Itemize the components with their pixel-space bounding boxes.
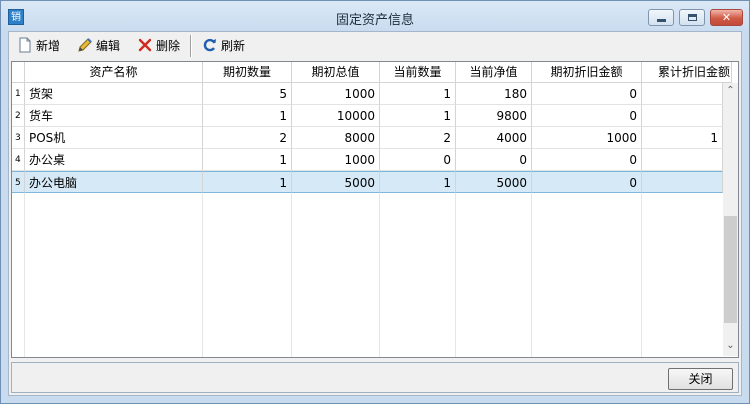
- edit-button[interactable]: 编辑: [77, 36, 120, 56]
- table-cell-init-total[interactable]: 1000: [292, 83, 380, 105]
- table-cell-init-total[interactable]: 1000: [292, 149, 380, 171]
- table-cell-init-total[interactable]: 8000: [292, 127, 380, 149]
- vertical-scrollbar[interactable]: ⌃ ⌄: [723, 83, 738, 356]
- table-cell-init-depr[interactable]: 0: [532, 83, 642, 105]
- table-cell-name[interactable]: 货架: [25, 83, 203, 105]
- table-cell-name[interactable]: 办公桌: [25, 149, 203, 171]
- new-button[interactable]: 新增: [17, 36, 60, 56]
- red-x-icon: [138, 38, 152, 52]
- row-number: 5: [12, 171, 25, 193]
- table-cell-cur-net[interactable]: 4000: [456, 127, 532, 149]
- minimize-icon: [657, 19, 666, 22]
- table-cell-init-depr[interactable]: 1000: [532, 127, 642, 149]
- column-header-name[interactable]: 资产名称: [25, 62, 203, 83]
- row-number: 3: [12, 127, 25, 149]
- table-cell-init-depr[interactable]: 0: [532, 149, 642, 171]
- edit-button-label: 编辑: [96, 39, 121, 53]
- vertical-scroll-thumb[interactable]: [724, 216, 737, 323]
- table-cell-cur-qty[interactable]: 1: [380, 105, 456, 127]
- row-number: 4: [12, 149, 25, 171]
- table-cell-init-qty[interactable]: 1: [203, 149, 292, 171]
- delete-button-label: 删除: [156, 39, 181, 53]
- table-cell-name[interactable]: 办公电脑: [25, 171, 203, 193]
- toolbar-separator: [190, 35, 192, 57]
- table-cell-name[interactable]: POS机: [25, 127, 203, 149]
- window-title: 固定资产信息: [335, 13, 414, 28]
- refresh-button[interactable]: 刷新: [202, 36, 245, 56]
- table-cell-cur-net[interactable]: 5000: [456, 171, 532, 193]
- title-bar[interactable]: 销 固定资产信息 ✕: [1, 1, 749, 33]
- column-header-cur-net[interactable]: 当前净值: [456, 62, 532, 83]
- row-number: 1: [12, 83, 25, 105]
- close-button[interactable]: 关闭: [668, 368, 733, 390]
- table-cell-accum-depr[interactable]: [642, 171, 723, 193]
- row-number: 2: [12, 105, 25, 127]
- refresh-button-label: 刷新: [221, 39, 246, 53]
- maximize-icon: [688, 14, 697, 21]
- table-cell-init-total[interactable]: 10000: [292, 105, 380, 127]
- table-cell-cur-qty[interactable]: 0: [380, 149, 456, 171]
- table-cell-cur-qty[interactable]: 1: [380, 83, 456, 105]
- column-header-init-qty[interactable]: 期初数量: [203, 62, 292, 83]
- table-cell-accum-depr[interactable]: 1: [642, 127, 723, 149]
- table-cell-cur-qty[interactable]: 2: [380, 127, 456, 149]
- table-cell-cur-net[interactable]: 0: [456, 149, 532, 171]
- table-cell-init-depr[interactable]: 0: [532, 171, 642, 193]
- scroll-up-icon[interactable]: ⌃: [723, 83, 738, 98]
- table-cell-cur-qty[interactable]: 1: [380, 171, 456, 193]
- window: 销 固定资产信息 ✕ 新增 编辑 删除 刷新 资产名称 期初数量 期初总值 当前…: [0, 0, 750, 404]
- table-cell-init-qty[interactable]: 1: [203, 171, 292, 193]
- close-icon: ✕: [721, 11, 732, 24]
- column-header-accum-depr[interactable]: 累计折旧金额: [642, 62, 732, 83]
- table-cell-name[interactable]: 货车: [25, 105, 203, 127]
- column-header-cur-qty[interactable]: 当前数量: [380, 62, 456, 83]
- scroll-down-icon[interactable]: ⌄: [723, 338, 738, 353]
- table-cell-init-qty[interactable]: 1: [203, 105, 292, 127]
- refresh-icon: [203, 38, 216, 52]
- column-header-init-depr[interactable]: 期初折旧金额: [532, 62, 642, 83]
- maximize-button[interactable]: [679, 9, 705, 26]
- client-area: 新增 编辑 删除 刷新 资产名称 期初数量 期初总值 当前数量 当前净值 期初折…: [8, 31, 742, 396]
- footer-bar: 关闭: [11, 362, 739, 393]
- row-header-corner: [12, 62, 25, 83]
- toolbar: 新增 编辑 删除 刷新: [9, 32, 741, 60]
- table-cell-init-total[interactable]: 5000: [292, 171, 380, 193]
- pencil-icon: [78, 38, 92, 52]
- table-cell-init-qty[interactable]: 2: [203, 127, 292, 149]
- table-cell-accum-depr[interactable]: [642, 149, 723, 171]
- table-cell-init-depr[interactable]: 0: [532, 105, 642, 127]
- minimize-button[interactable]: [648, 9, 674, 26]
- table-cell-accum-depr[interactable]: [642, 83, 723, 105]
- table-cell-init-qty[interactable]: 5: [203, 83, 292, 105]
- column-header-init-total[interactable]: 期初总值: [292, 62, 380, 83]
- table-cell-cur-net[interactable]: 180: [456, 83, 532, 105]
- asset-table[interactable]: 资产名称 期初数量 期初总值 当前数量 当前净值 期初折旧金额 累计折旧金额 1…: [11, 61, 739, 358]
- delete-button[interactable]: 删除: [137, 36, 180, 56]
- new-button-label: 新增: [36, 39, 61, 53]
- table-cell-cur-net[interactable]: 9800: [456, 105, 532, 127]
- close-window-button[interactable]: ✕: [710, 9, 743, 26]
- new-document-icon: [19, 37, 31, 53]
- table-cell-accum-depr[interactable]: [642, 105, 723, 127]
